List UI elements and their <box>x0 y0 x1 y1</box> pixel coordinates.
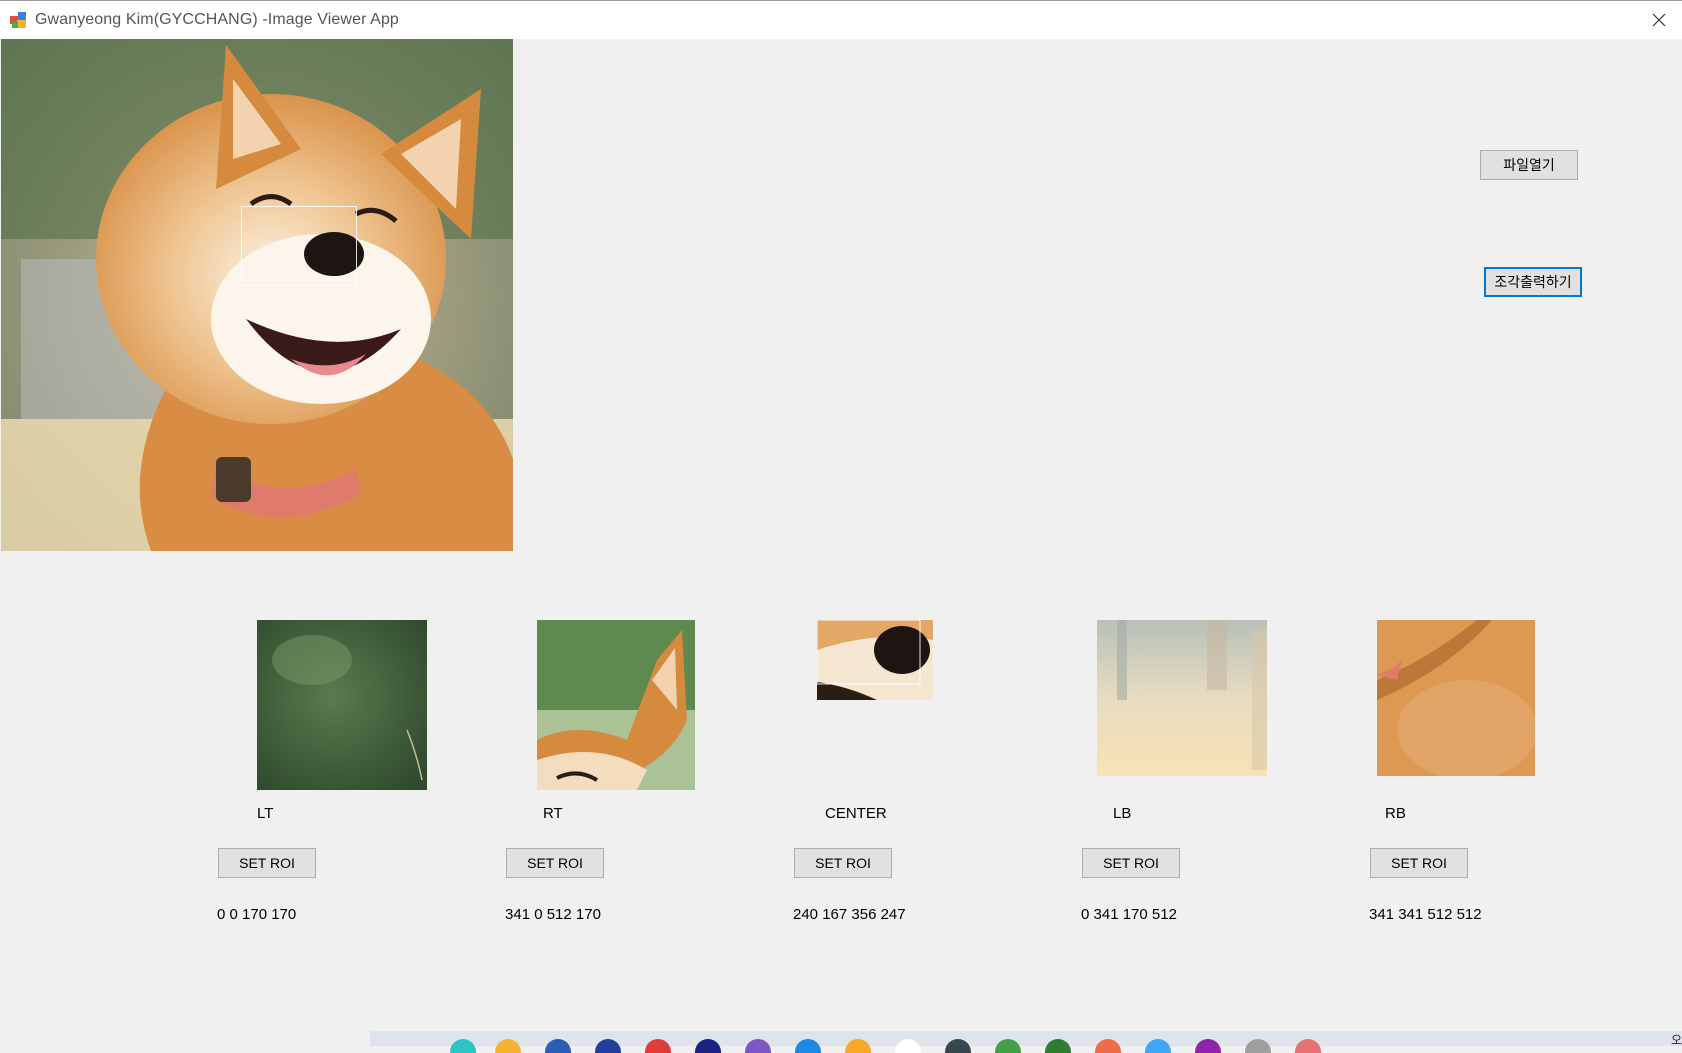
thumb-rt-image <box>537 620 695 790</box>
taskbar-app-icon[interactable] <box>1245 1039 1271 1053</box>
set-roi-button-rt[interactable]: SET ROI <box>506 848 604 878</box>
thumb-rb-image <box>1377 620 1535 776</box>
title-bar[interactable]: Gwanyeong Kim(GYCCHANG) -Image Viewer Ap… <box>0 1 1682 39</box>
taskbar-app-icon[interactable] <box>895 1039 921 1053</box>
thumb-center <box>817 620 933 700</box>
taskbar-folder-icon[interactable] <box>495 1039 521 1053</box>
taskbar-app-icon[interactable] <box>1145 1039 1171 1053</box>
thumb-rb <box>1377 620 1535 776</box>
taskbar-app-icon[interactable] <box>845 1039 871 1053</box>
roi-selection-rect[interactable] <box>241 206 357 286</box>
app-icon <box>10 12 26 28</box>
taskbar-app-icon[interactable] <box>745 1039 771 1053</box>
set-roi-button-center[interactable]: SET ROI <box>794 848 892 878</box>
taskbar-app-icon[interactable] <box>1195 1039 1221 1053</box>
piece-label-rb: RB <box>1385 805 1406 822</box>
taskbar-app-icon[interactable] <box>545 1039 571 1053</box>
piece-label-lt: LT <box>257 805 274 822</box>
taskbar-app-icon[interactable] <box>645 1039 671 1053</box>
open-file-button[interactable]: 파일열기 <box>1480 150 1578 180</box>
taskbar-ime-indicator[interactable]: 오 <box>1671 1031 1682 1048</box>
piece-label-lb: LB <box>1113 805 1132 822</box>
taskbar-app-icon[interactable] <box>945 1039 971 1053</box>
set-roi-button-rb[interactable]: SET ROI <box>1370 848 1468 878</box>
dog-photo <box>1 39 513 551</box>
thumb-lt-image <box>257 620 427 790</box>
taskbar-app-icon[interactable] <box>450 1039 476 1053</box>
taskbar-app-icon[interactable] <box>1045 1039 1071 1053</box>
taskbar <box>370 1031 1682 1053</box>
window-title: Gwanyeong Kim(GYCCHANG) -Image Viewer Ap… <box>35 11 399 28</box>
piece-label-rt: RT <box>543 805 563 822</box>
taskbar-app-icon[interactable] <box>1295 1039 1321 1053</box>
set-roi-button-lt[interactable]: SET ROI <box>218 848 316 878</box>
taskbar-app-icon[interactable] <box>595 1039 621 1053</box>
taskbar-app-icon[interactable] <box>995 1039 1021 1053</box>
close-icon <box>1652 13 1666 27</box>
close-button[interactable] <box>1636 1 1682 39</box>
thumb-lt <box>257 620 427 790</box>
thumb-lb <box>1097 620 1267 776</box>
print-pieces-button[interactable]: 조각출력하기 <box>1484 267 1582 297</box>
thumb-rt <box>537 620 695 790</box>
thumb-center-image <box>817 620 933 700</box>
app-window: Gwanyeong Kim(GYCCHANG) -Image Viewer Ap… <box>0 0 1682 1053</box>
thumb-lb-image <box>1097 620 1267 776</box>
roi-coords-lb: 0 341 170 512 <box>1081 906 1177 923</box>
set-roi-button-lb[interactable]: SET ROI <box>1082 848 1180 878</box>
roi-coords-lt: 0 0 170 170 <box>217 906 297 923</box>
roi-coords-rt: 341 0 512 170 <box>505 906 601 923</box>
taskbar-app-icon[interactable] <box>695 1039 721 1053</box>
piece-label-center: CENTER <box>825 805 887 822</box>
taskbar-app-icon[interactable] <box>1095 1039 1121 1053</box>
taskbar-app-icon[interactable] <box>795 1039 821 1053</box>
roi-coords-rb: 341 341 512 512 <box>1369 906 1482 923</box>
main-image-view <box>1 39 513 551</box>
roi-coords-center: 240 167 356 247 <box>793 906 906 923</box>
